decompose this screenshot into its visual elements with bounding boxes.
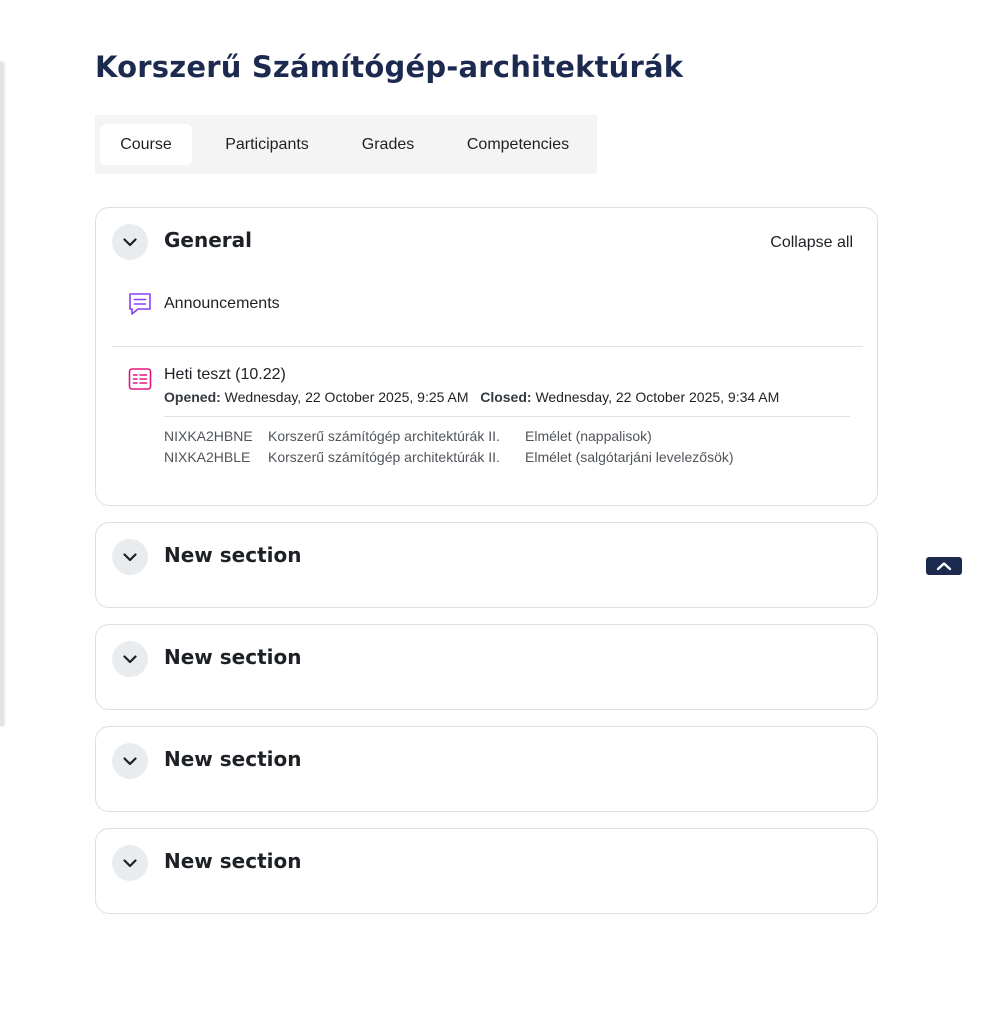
section-toggle[interactable] [112, 641, 148, 677]
quiz-icon [128, 368, 152, 390]
chevron-down-icon [123, 552, 137, 561]
chevron-down-icon [123, 654, 137, 663]
chevron-up-icon [936, 562, 952, 571]
group-row: NIXKA2HBNE Korszerű számítógép architekt… [164, 428, 784, 446]
section-title[interactable]: New section [164, 849, 301, 873]
chevron-down-icon [123, 237, 137, 246]
drawer-edge [0, 62, 3, 726]
back-to-top-button[interactable] [926, 557, 962, 575]
section-title[interactable]: New section [164, 645, 301, 669]
section-toggle[interactable] [112, 845, 148, 881]
group-type: Elmélet (salgótarjáni levelezősök) [525, 449, 734, 465]
section-toggle[interactable] [112, 224, 148, 260]
tab-grades[interactable]: Grades [347, 124, 429, 165]
restriction-divider [164, 416, 850, 417]
quiz-dates: Opened: Wednesday, 22 October 2025, 9:25… [164, 389, 779, 405]
group-type: Elmélet (nappalisok) [525, 428, 652, 444]
section-toggle[interactable] [112, 539, 148, 575]
section-toggle[interactable] [112, 743, 148, 779]
tab-course[interactable]: Course [100, 124, 192, 165]
section-title: General [164, 228, 252, 252]
closed-label: Closed: [480, 389, 532, 405]
section-general: General Collapse all Announcements Heti … [95, 207, 878, 506]
collapse-all-link[interactable]: Collapse all [770, 234, 853, 252]
forum-icon [129, 293, 151, 315]
opened-value: Wednesday, 22 October 2025, 9:25 AM [224, 389, 469, 405]
group-code: NIXKA2HBNE [164, 428, 253, 444]
group-row: NIXKA2HBLE Korszerű számítógép architekt… [164, 449, 784, 467]
section-title[interactable]: New section [164, 543, 301, 567]
group-course: Korszerű számítógép architektúrák II. [268, 449, 500, 465]
closed-value: Wednesday, 22 October 2025, 9:34 AM [535, 389, 780, 405]
course-tabs: Course Participants Grades Competencies [95, 115, 597, 174]
section-new-1: New section [95, 522, 878, 608]
group-code: NIXKA2HBLE [164, 449, 251, 465]
section-new-4: New section [95, 828, 878, 914]
chevron-down-icon [123, 858, 137, 867]
activity-divider [112, 346, 863, 347]
quiz-link[interactable]: Heti teszt (10.22) [164, 366, 286, 384]
chevron-down-icon [123, 756, 137, 765]
opened-label: Opened: [164, 389, 221, 405]
section-new-3: New section [95, 726, 878, 812]
section-new-2: New section [95, 624, 878, 710]
page-title: Korszerű Számítógép-architektúrák [95, 50, 684, 84]
announcements-link[interactable]: Announcements [164, 295, 280, 313]
tab-participants[interactable]: Participants [207, 124, 327, 165]
group-course: Korszerű számítógép architektúrák II. [268, 428, 500, 444]
tab-competencies[interactable]: Competencies [450, 124, 586, 165]
section-title[interactable]: New section [164, 747, 301, 771]
